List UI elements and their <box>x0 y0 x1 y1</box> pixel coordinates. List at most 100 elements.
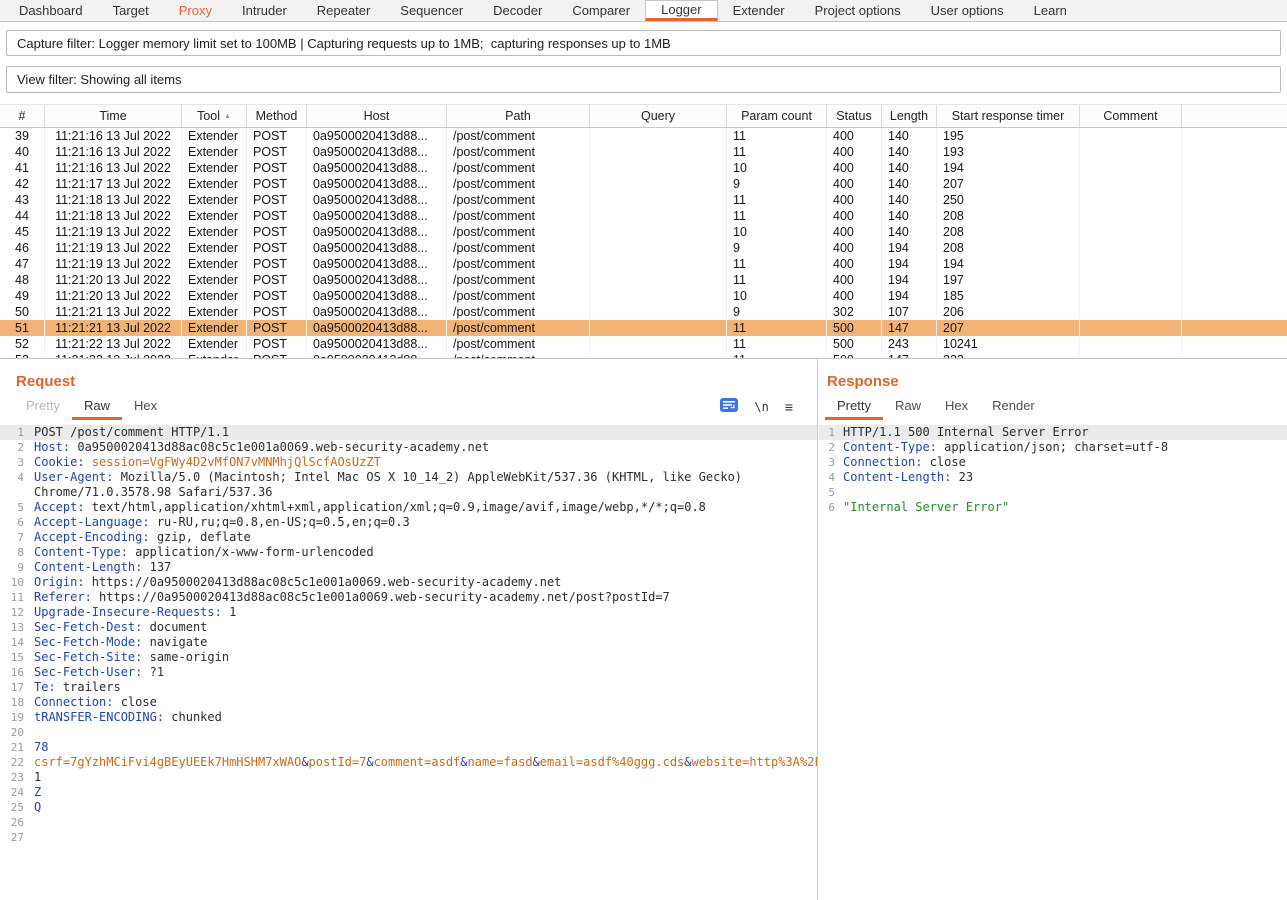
cell-query <box>590 208 727 224</box>
editor-line: 2178 <box>0 740 817 755</box>
log-row-40[interactable]: 4011:21:16 13 Jul 2022ExtenderPOST0a9500… <box>0 144 1287 160</box>
editor-line: 13Sec-Fetch-Dest: document <box>0 620 817 635</box>
cell-time: 11:21:22 13 Jul 2022 <box>45 336 182 352</box>
log-row-42[interactable]: 4211:21:17 13 Jul 2022ExtenderPOST0a9500… <box>0 176 1287 192</box>
cell-comment <box>1080 160 1182 176</box>
log-row-50[interactable]: 5011:21:21 13 Jul 2022ExtenderPOST0a9500… <box>0 304 1287 320</box>
log-row-51[interactable]: 5111:21:21 13 Jul 2022ExtenderPOST0a9500… <box>0 320 1287 336</box>
line-number: 22 <box>0 755 30 770</box>
column-header-comment[interactable]: Comment <box>1080 105 1182 127</box>
cell-start-response-timer: 185 <box>937 288 1080 304</box>
editor-line: 2Content-Type: application/json; charset… <box>819 440 1287 455</box>
column-header-path[interactable]: Path <box>447 105 590 127</box>
request-title: Request <box>16 373 817 390</box>
capture-filter-bar[interactable]: Capture filter: Logger memory limit set … <box>6 30 1281 56</box>
tab-render[interactable]: Render <box>980 398 1047 420</box>
tab-learn[interactable]: Learn <box>1019 0 1082 21</box>
cell-query <box>590 320 727 336</box>
tab-project-options[interactable]: Project options <box>800 0 916 21</box>
log-row-46[interactable]: 4611:21:19 13 Jul 2022ExtenderPOST0a9500… <box>0 240 1287 256</box>
editor-line: 20 <box>0 725 817 740</box>
log-row-44[interactable]: 4411:21:18 13 Jul 2022ExtenderPOST0a9500… <box>0 208 1287 224</box>
editor-line: 3Connection: close <box>819 455 1287 470</box>
view-filter-bar[interactable]: View filter: Showing all items <box>6 66 1281 93</box>
cell-start-response-timer: 195 <box>937 128 1080 144</box>
line-number: 25 <box>0 800 30 815</box>
log-row-39[interactable]: 3911:21:16 13 Jul 2022ExtenderPOST0a9500… <box>0 128 1287 144</box>
tab-pretty[interactable]: Pretty <box>14 398 72 420</box>
cell-length: 194 <box>882 240 937 256</box>
tab-decoder[interactable]: Decoder <box>478 0 557 21</box>
column-header-length[interactable]: Length <box>882 105 937 127</box>
cell-tool: Extender <box>182 160 247 176</box>
cell-status: 500 <box>827 336 882 352</box>
cell-host: 0a9500020413d88... <box>307 208 447 224</box>
request-editor[interactable]: 1POST /post/comment HTTP/1.12Host: 0a950… <box>0 425 817 900</box>
log-row-47[interactable]: 4711:21:19 13 Jul 2022ExtenderPOST0a9500… <box>0 256 1287 272</box>
column-header-tool[interactable]: Tool▲ <box>182 105 247 127</box>
editor-line: 24Z <box>0 785 817 800</box>
cell-time: 11:21:18 13 Jul 2022 <box>45 192 182 208</box>
log-row-43[interactable]: 4311:21:18 13 Jul 2022ExtenderPOST0a9500… <box>0 192 1287 208</box>
tab-extender[interactable]: Extender <box>718 0 800 21</box>
tab-comparer[interactable]: Comparer <box>557 0 645 21</box>
cell-method: POST <box>247 240 307 256</box>
top-tab-bar: DashboardTargetProxyIntruderRepeaterSequ… <box>0 0 1287 22</box>
column-header-param-count[interactable]: Param count <box>727 105 827 127</box>
log-row-45[interactable]: 4511:21:19 13 Jul 2022ExtenderPOST0a9500… <box>0 224 1287 240</box>
editor-line: 16Sec-Fetch-User: ?1 <box>0 665 817 680</box>
cell-comment <box>1080 256 1182 272</box>
editor-line: 6Accept-Language: ru-RU,ru;q=0.8,en-US;q… <box>0 515 817 530</box>
line-number: 19 <box>0 710 30 725</box>
tab-raw[interactable]: Raw <box>883 398 933 420</box>
cell-path: /post/comment <box>447 160 590 176</box>
editor-line: 27 <box>0 830 817 845</box>
cell-host: 0a9500020413d88... <box>307 128 447 144</box>
tab-dashboard[interactable]: Dashboard <box>4 0 98 21</box>
cell-query <box>590 336 727 352</box>
tab-sequencer[interactable]: Sequencer <box>385 0 478 21</box>
column-header-method[interactable]: Method <box>247 105 307 127</box>
column-header-start-response-timer[interactable]: Start response timer <box>937 105 1080 127</box>
column-header-query[interactable]: Query <box>590 105 727 127</box>
column-header-time[interactable]: Time <box>45 105 182 127</box>
cell-status: 400 <box>827 144 882 160</box>
tab-user-options[interactable]: User options <box>916 0 1019 21</box>
column-header-status[interactable]: Status <box>827 105 882 127</box>
menu-icon[interactable]: ≡ <box>785 400 793 414</box>
column-header-host[interactable]: Host <box>307 105 447 127</box>
log-row-41[interactable]: 4111:21:16 13 Jul 2022ExtenderPOST0a9500… <box>0 160 1287 176</box>
tab-raw[interactable]: Raw <box>72 398 122 420</box>
tab-proxy[interactable]: Proxy <box>164 0 227 21</box>
cell-method: POST <box>247 272 307 288</box>
tab-intruder[interactable]: Intruder <box>227 0 302 21</box>
cell-time: 11:21:20 13 Jul 2022 <box>45 272 182 288</box>
tab-logger[interactable]: Logger <box>645 0 717 21</box>
log-row-52[interactable]: 5211:21:22 13 Jul 2022ExtenderPOST0a9500… <box>0 336 1287 352</box>
soft-wrap-icon[interactable] <box>720 398 738 415</box>
cell-host: 0a9500020413d88... <box>307 192 447 208</box>
cell-param-count: 9 <box>727 240 827 256</box>
line-number: 5 <box>819 485 839 500</box>
tab-pretty[interactable]: Pretty <box>825 398 883 420</box>
cell-time: 11:21:16 13 Jul 2022 <box>45 128 182 144</box>
cell-length: 243 <box>882 336 937 352</box>
cell-tool: Extender <box>182 304 247 320</box>
cell-start-response-timer: 208 <box>937 240 1080 256</box>
line-number: 14 <box>0 635 30 650</box>
log-row-49[interactable]: 4911:21:20 13 Jul 2022ExtenderPOST0a9500… <box>0 288 1287 304</box>
line-number: 2 <box>0 440 30 455</box>
newline-icon[interactable]: \n <box>754 400 768 414</box>
cell-length: 140 <box>882 160 937 176</box>
response-editor[interactable]: 1HTTP/1.1 500 Internal Server Error2Cont… <box>819 425 1287 900</box>
tab-repeater[interactable]: Repeater <box>302 0 385 21</box>
line-number: 20 <box>0 725 30 740</box>
log-row-48[interactable]: 4811:21:20 13 Jul 2022ExtenderPOST0a9500… <box>0 272 1287 288</box>
tab-hex[interactable]: Hex <box>933 398 980 420</box>
tab-target[interactable]: Target <box>98 0 164 21</box>
cell-comment <box>1080 192 1182 208</box>
editor-line: 2Host: 0a9500020413d88ac08c5c1e001a0069.… <box>0 440 817 455</box>
column-header-number[interactable]: # <box>0 105 45 127</box>
cell-tool: Extender <box>182 320 247 336</box>
tab-hex[interactable]: Hex <box>122 398 169 420</box>
